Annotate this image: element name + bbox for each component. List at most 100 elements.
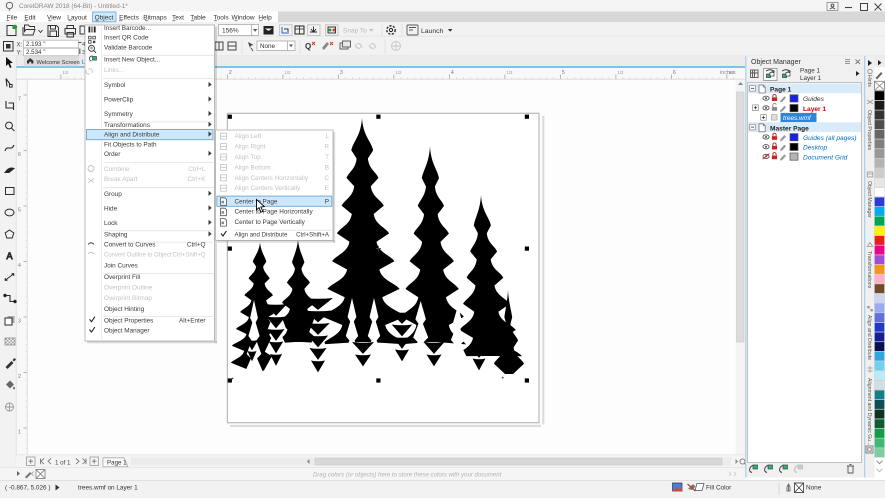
- svg-text:Tools: Tools: [213, 14, 229, 21]
- svg-text:B: B: [325, 164, 329, 171]
- svg-text:Align Centers Vertically: Align Centers Vertically: [235, 185, 302, 192]
- svg-text:Launch: Launch: [421, 28, 444, 35]
- svg-text:Ctrl+K: Ctrl+K: [188, 176, 207, 183]
- svg-text:T: T: [325, 154, 329, 161]
- svg-text:Drag colors (or objects) here: Drag colors (or objects) here to store t…: [313, 472, 502, 479]
- svg-text:Page 1: Page 1: [770, 87, 792, 94]
- svg-text:Document Grid: Document Grid: [803, 154, 848, 161]
- svg-text:L: L: [325, 133, 329, 140]
- svg-text:Align Right: Align Right: [235, 144, 266, 151]
- svg-text:1/2: 1/2: [395, 70, 402, 75]
- svg-text:Alt+Enter: Alt+Enter: [179, 317, 206, 324]
- svg-text:Edit: Edit: [24, 14, 35, 21]
- svg-text:2.534 ": 2.534 ": [26, 49, 45, 56]
- svg-text:Center to Page Horizontally: Center to Page Horizontally: [235, 209, 314, 216]
- svg-text:( -0.867, 5.026 ): ( -0.867, 5.026 ): [5, 485, 50, 492]
- svg-text:Object Properties: Object Properties: [104, 317, 153, 324]
- svg-text:trees.wmf on Layer 1: trees.wmf on Layer 1: [78, 485, 138, 492]
- svg-text:Symbol: Symbol: [104, 82, 125, 89]
- svg-text:Object Manager: Object Manager: [751, 59, 801, 66]
- svg-text:2.193 ": 2.193 ": [26, 41, 45, 48]
- svg-text:Transformations: Transformations: [866, 251, 872, 289]
- svg-text:Object Hinting: Object Hinting: [104, 306, 145, 313]
- svg-text:Center to Page Vertically: Center to Page Vertically: [235, 219, 306, 226]
- svg-text:Object Manager: Object Manager: [866, 181, 872, 218]
- svg-text:1/2: 1/2: [284, 70, 291, 75]
- svg-text:inches: inches: [720, 70, 736, 76]
- svg-text:Effects: Effects: [119, 14, 140, 21]
- svg-text:A: A: [6, 251, 12, 261]
- svg-text:Layer 1: Layer 1: [803, 106, 826, 113]
- svg-text:Transformations: Transformations: [104, 122, 150, 129]
- svg-text:4: 4: [18, 263, 21, 269]
- svg-text:Ctrl+Shift+A: Ctrl+Shift+A: [296, 232, 330, 239]
- svg-text:PowerClip: PowerClip: [104, 97, 134, 104]
- svg-text:trees.wmf: trees.wmf: [783, 115, 812, 122]
- svg-text:Group: Group: [104, 191, 122, 198]
- svg-text:1 of 1: 1 of 1: [55, 459, 71, 466]
- svg-text:6: 6: [18, 152, 21, 158]
- svg-text:Insert QR Code: Insert QR Code: [104, 35, 149, 42]
- svg-text:Align Bottom: Align Bottom: [235, 164, 271, 171]
- svg-text:Guides: Guides: [803, 96, 825, 103]
- svg-text:File: File: [7, 14, 18, 21]
- svg-text:E: E: [325, 185, 329, 192]
- svg-text:3: 3: [18, 319, 21, 325]
- svg-text:Insert Barcode...: Insert Barcode...: [104, 25, 151, 32]
- svg-text:5: 5: [18, 208, 21, 214]
- svg-text:Window: Window: [231, 14, 254, 21]
- svg-text:Text: Text: [172, 14, 184, 21]
- svg-text:Guides (all pages): Guides (all pages): [803, 135, 857, 142]
- svg-text:1: 1: [18, 430, 21, 436]
- svg-text:X:: X:: [17, 43, 23, 49]
- svg-text:Layout: Layout: [67, 14, 87, 21]
- svg-text:C: C: [324, 175, 329, 182]
- svg-text:None: None: [806, 485, 822, 492]
- svg-text:Table: Table: [190, 14, 206, 21]
- svg-text:Object Properties: Object Properties: [866, 110, 872, 150]
- svg-text:Align and Distribute: Align and Distribute: [104, 132, 160, 139]
- svg-text:Join Curves: Join Curves: [104, 263, 138, 270]
- svg-text:2: 2: [18, 374, 21, 380]
- svg-text:Ctrl+L: Ctrl+L: [188, 166, 206, 173]
- svg-text:Fit Objects to Path: Fit Objects to Path: [104, 141, 157, 148]
- svg-text:Overprint Outline: Overprint Outline: [104, 285, 153, 292]
- svg-text:View: View: [47, 14, 61, 21]
- svg-text:Overprint Bitmap: Overprint Bitmap: [104, 295, 152, 302]
- svg-text:Page 1: Page 1: [800, 68, 820, 75]
- svg-text:2: 2: [229, 70, 232, 76]
- svg-text:Q: Q: [305, 42, 311, 51]
- svg-text:Symmetry: Symmetry: [104, 111, 134, 118]
- svg-text:Help: Help: [258, 14, 272, 21]
- svg-text:Links...: Links...: [104, 67, 124, 74]
- svg-text:Overprint Fill: Overprint Fill: [104, 274, 140, 281]
- svg-text:6: 6: [673, 70, 676, 76]
- svg-text:Ctrl+Shift+Q: Ctrl+Shift+Q: [172, 252, 205, 258]
- svg-text:R: R: [324, 144, 329, 151]
- svg-text:Align and Distribute: Align and Distribute: [866, 315, 872, 360]
- svg-text:Validate Barcode: Validate Barcode: [104, 44, 153, 51]
- svg-text:Align Centers Horizontally: Align Centers Horizontally: [235, 175, 309, 182]
- svg-text:None: None: [260, 43, 276, 50]
- svg-text:Y:: Y:: [17, 51, 23, 57]
- svg-text:1/2: 1/2: [506, 70, 513, 75]
- svg-text:Insert New Object...: Insert New Object...: [104, 56, 160, 63]
- svg-text:Object Manager: Object Manager: [104, 328, 150, 335]
- svg-text:Welcome Screen: Welcome Screen: [37, 60, 80, 66]
- svg-text:Convert Outline to Object: Convert Outline to Object: [104, 252, 172, 258]
- svg-text:Shaping: Shaping: [104, 232, 128, 239]
- svg-text:Snap To: Snap To: [343, 28, 367, 35]
- svg-text:Lock: Lock: [104, 220, 118, 227]
- svg-text:5: 5: [562, 70, 565, 76]
- svg-text:Order: Order: [104, 151, 121, 158]
- svg-text:3: 3: [340, 70, 343, 76]
- svg-text:Hints: Hints: [866, 75, 872, 87]
- svg-text:Bitmaps: Bitmaps: [143, 14, 167, 21]
- svg-text:Align and Distribute: Align and Distribute: [235, 232, 288, 239]
- svg-text:7: 7: [18, 97, 21, 103]
- svg-text:Page 1: Page 1: [107, 459, 127, 466]
- svg-text:Alignment and Dynamic Gu...: Alignment and Dynamic Gu...: [866, 378, 872, 445]
- svg-text:P: P: [325, 198, 329, 205]
- svg-text:Align Left: Align Left: [235, 133, 262, 140]
- svg-text:Align Top: Align Top: [235, 154, 262, 161]
